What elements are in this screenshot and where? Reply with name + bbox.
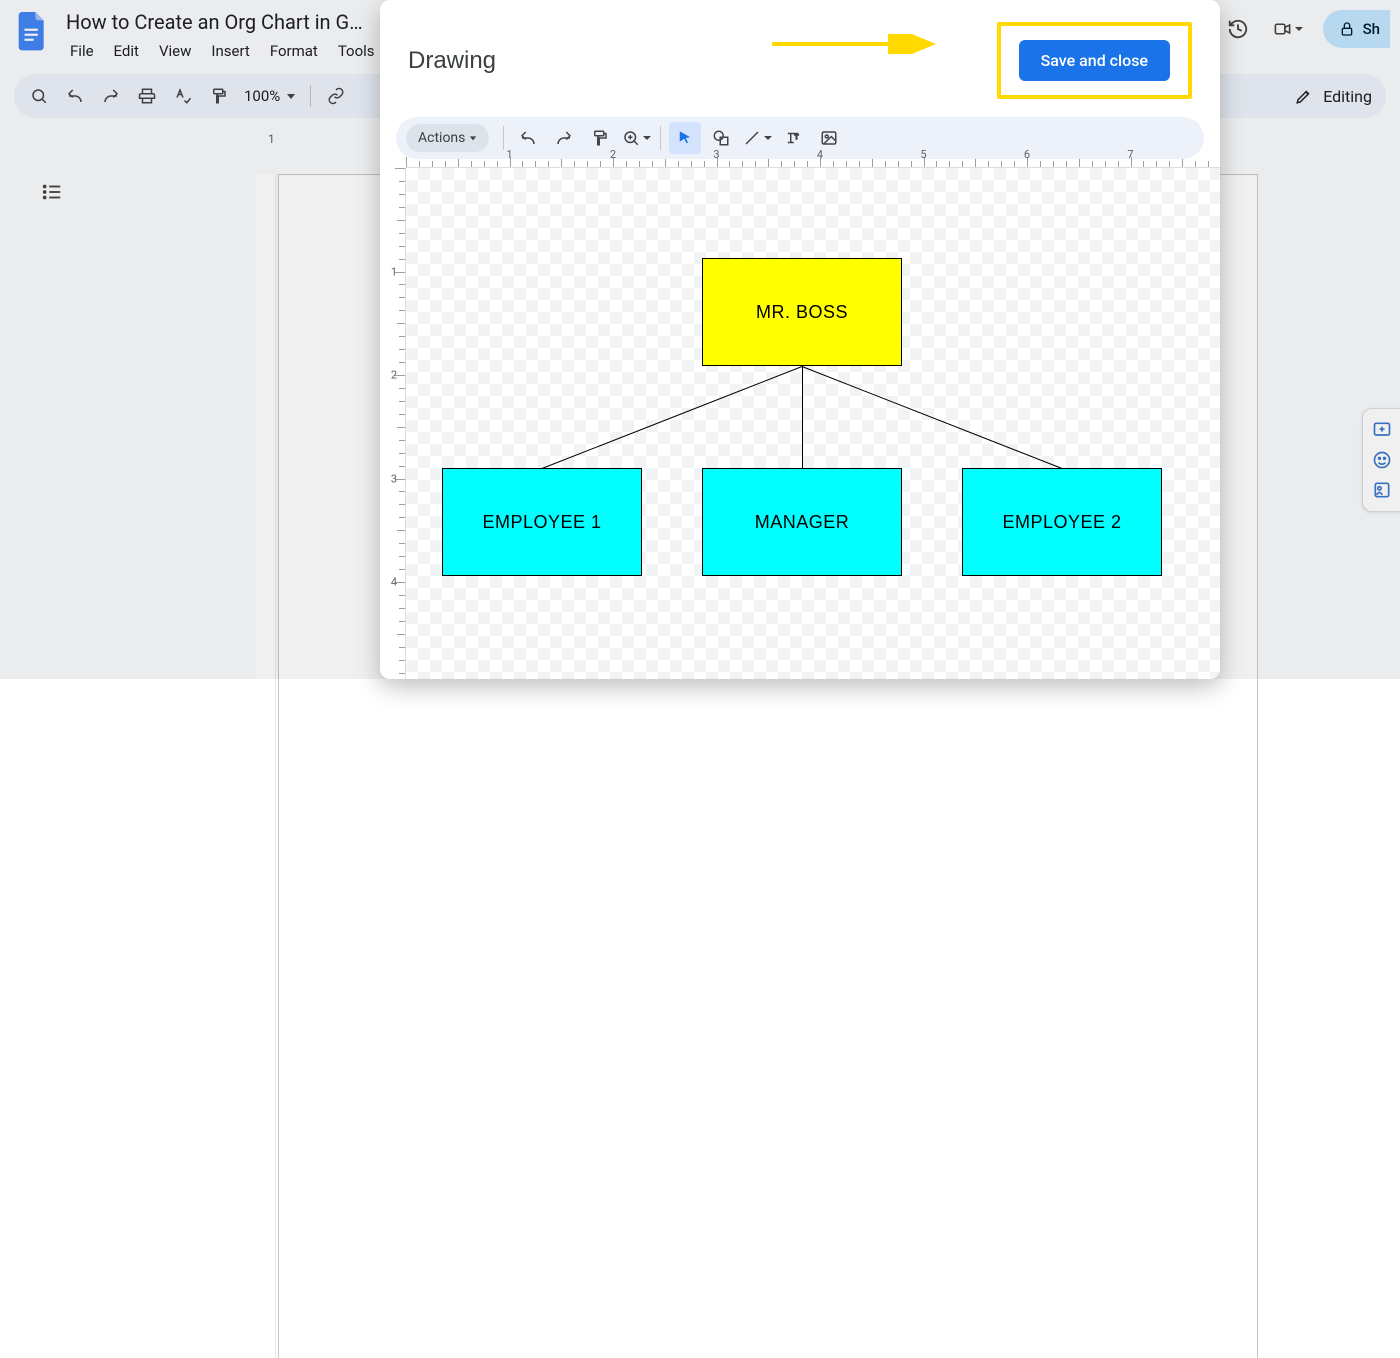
menu-tools[interactable]: Tools <box>330 38 383 64</box>
zoom-value: 100% <box>244 87 280 105</box>
drawing-canvas[interactable]: MR. BOSS EMPLOYEE 1 MANAGER EMPLOYEE 2 <box>406 168 1220 679</box>
actions-label: Actions <box>418 130 465 146</box>
h-ruler-number: 4 <box>817 150 823 161</box>
menu-format[interactable]: Format <box>262 38 326 64</box>
org-box-child-2[interactable]: EMPLOYEE 2 <box>962 468 1162 576</box>
insert-link-icon[interactable] <box>325 85 347 107</box>
save-highlight: Save and close <box>997 22 1192 99</box>
actions-menu[interactable]: Actions <box>406 124 489 152</box>
toolbar-divider <box>660 126 661 150</box>
h-ruler-number: 2 <box>610 150 616 161</box>
spellcheck-icon[interactable] <box>172 85 194 107</box>
zoom-select[interactable]: 100% <box>244 87 296 105</box>
drawing-vertical-ruler[interactable]: 1 2 3 4 <box>380 168 406 679</box>
docs-right-actions: Sh <box>1223 10 1400 48</box>
add-comment-icon[interactable] <box>1369 417 1395 443</box>
org-connector-2[interactable] <box>802 366 1062 469</box>
editing-label: Editing <box>1323 87 1372 106</box>
drawing-dialog: Drawing Save and close Actions T 1 2 3 4 5 6 7… <box>380 0 1220 679</box>
print-icon[interactable] <box>136 85 158 107</box>
h-ruler-number: 5 <box>920 150 926 161</box>
v-ruler-number: 4 <box>391 576 397 589</box>
add-reaction-icon[interactable] <box>1369 447 1395 473</box>
org-connector-1[interactable] <box>802 366 803 468</box>
h-ruler-number: 6 <box>1024 150 1030 161</box>
v-ruler-number: 2 <box>391 369 397 382</box>
v-ruler-number: 3 <box>391 472 397 485</box>
redo-icon[interactable] <box>100 85 122 107</box>
docs-menubar: File Edit View Insert Format Tools <box>62 38 383 64</box>
menu-edit[interactable]: Edit <box>106 38 147 64</box>
docs-logo-icon[interactable] <box>14 8 50 56</box>
svg-text:T: T <box>795 133 799 141</box>
org-box-child-0[interactable]: EMPLOYEE 1 <box>442 468 642 576</box>
org-connector-0[interactable] <box>542 366 802 469</box>
h-ruler-number: 7 <box>1127 150 1133 161</box>
drawing-canvas-area: 1 2 3 4 5 6 7 1 2 3 4 MR. BOSS EMPLOYEE 1 MANAGER EM… <box>380 150 1220 679</box>
undo-icon[interactable] <box>64 85 86 107</box>
docs-title-area: How to Create an Org Chart in Go… File E… <box>62 8 383 64</box>
h-ruler-number: 3 <box>713 150 719 161</box>
menu-insert[interactable]: Insert <box>203 38 257 64</box>
v-ruler-number: 1 <box>391 265 397 278</box>
outline-icon[interactable] <box>38 178 66 206</box>
toolbar-divider <box>503 126 504 150</box>
meet-icon[interactable] <box>1273 14 1303 44</box>
ruler-number: 1 <box>268 132 275 146</box>
doc-title[interactable]: How to Create an Org Chart in Go… <box>62 8 372 36</box>
menu-file[interactable]: File <box>62 38 102 64</box>
menu-view[interactable]: View <box>151 38 199 64</box>
docs-vertical-ruler <box>256 174 276 1358</box>
editing-mode[interactable]: Editing <box>1295 87 1372 106</box>
suggest-edits-icon[interactable] <box>1369 477 1395 503</box>
org-box-root[interactable]: MR. BOSS <box>702 258 902 366</box>
toolbar-divider <box>310 85 311 107</box>
search-icon[interactable] <box>28 85 50 107</box>
org-box-child-1[interactable]: MANAGER <box>702 468 902 576</box>
save-and-close-button[interactable]: Save and close <box>1019 40 1170 81</box>
paint-format-icon[interactable] <box>208 85 230 107</box>
dialog-header: Drawing Save and close <box>380 0 1220 107</box>
share-button[interactable]: Sh <box>1323 10 1390 48</box>
history-icon[interactable] <box>1223 14 1253 44</box>
h-ruler-number: 1 <box>506 150 512 161</box>
side-action-panel <box>1362 408 1400 512</box>
share-label: Sh <box>1363 20 1380 38</box>
drawing-horizontal-ruler[interactable]: 1 2 3 4 5 6 7 <box>406 150 1220 168</box>
dialog-title: Drawing <box>408 47 496 75</box>
